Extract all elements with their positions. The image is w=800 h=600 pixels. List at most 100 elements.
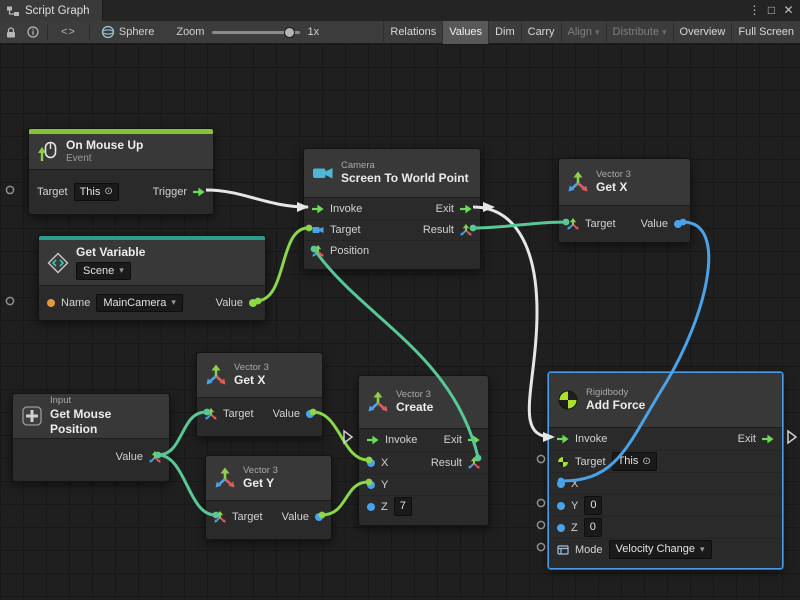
distribute-button[interactable]: Distribute▾ xyxy=(606,21,673,44)
node-header[interactable]: Vector 3 Create xyxy=(359,376,488,428)
info-icon[interactable] xyxy=(22,21,44,44)
node-header[interactable]: Vector 3 Get X xyxy=(197,353,322,397)
window-tab-bar: Script Graph ⋮ □ ✕ xyxy=(0,0,800,21)
port-label-target: Target xyxy=(585,218,616,230)
port-label-z: Z xyxy=(381,501,388,513)
float-port[interactable] xyxy=(367,481,375,489)
flow-out-port[interactable] xyxy=(468,435,480,445)
node-header[interactable]: Camera Screen To World Point xyxy=(304,149,480,197)
camera-port-icon[interactable] xyxy=(312,224,324,236)
zoom-slider-handle[interactable] xyxy=(284,27,295,38)
port-label-value: Value xyxy=(282,511,309,523)
node-title: Add Force xyxy=(586,398,645,413)
values-button[interactable]: Values xyxy=(442,21,488,44)
selection-object[interactable]: Sphere xyxy=(93,25,162,39)
node-header[interactable]: Vector 3 Get Y xyxy=(206,456,331,500)
vector3-port-icon[interactable] xyxy=(567,218,579,230)
float-port[interactable] xyxy=(367,459,375,467)
node-title: Get Variable xyxy=(76,245,145,260)
node-on-mouse-up[interactable]: On Mouse Up Event Target This ⊙ Trigger xyxy=(28,128,214,215)
node-header[interactable]: Input Get Mouse Position xyxy=(13,394,169,438)
node-header[interactable]: On Mouse Up Event xyxy=(29,134,213,169)
float-port[interactable] xyxy=(557,524,565,532)
node-category: Input xyxy=(50,395,161,407)
align-button[interactable]: Align▾ xyxy=(561,21,606,44)
port-label-value: Value xyxy=(273,408,300,420)
more-menu-icon[interactable]: ⋮ xyxy=(747,0,762,21)
node-header[interactable]: Rigidbody Add Force xyxy=(549,373,782,427)
z-value-field[interactable]: 7 xyxy=(394,497,412,515)
full-screen-button[interactable]: Full Screen xyxy=(731,21,800,44)
chevron-down-icon: ▾ xyxy=(662,27,667,38)
maximize-icon[interactable]: □ xyxy=(764,0,779,21)
float-port[interactable] xyxy=(557,480,565,488)
vector3-port-icon[interactable] xyxy=(460,224,472,236)
force-mode-dropdown[interactable]: Velocity Change ▾ xyxy=(609,540,712,558)
node-title: On Mouse Up xyxy=(66,138,143,153)
node-category: Vector 3 xyxy=(243,465,278,477)
flow-in-port[interactable] xyxy=(557,434,569,444)
input-icon xyxy=(21,405,43,427)
vector3-port-icon[interactable] xyxy=(312,245,324,257)
node-get-variable[interactable]: Get Variable Scene ▾ Name MainCamera ▾ V… xyxy=(38,235,266,321)
node-get-mouse-position[interactable]: Input Get Mouse Position Value xyxy=(12,393,170,482)
vector3-icon xyxy=(205,364,227,386)
port-label-invoke: Invoke xyxy=(330,203,362,215)
node-title: Get Y xyxy=(243,476,278,491)
node-get-x-top[interactable]: Vector 3 Get X Target Value xyxy=(558,158,691,243)
flow-out-port[interactable] xyxy=(193,187,205,197)
vector3-port-icon[interactable] xyxy=(205,408,217,420)
float-port[interactable] xyxy=(306,410,314,418)
flow-out-port[interactable] xyxy=(460,204,472,214)
float-port[interactable] xyxy=(315,513,323,521)
camera-icon xyxy=(312,162,334,184)
tab-script-graph[interactable]: Script Graph xyxy=(0,0,103,21)
chevron-down-icon: ▾ xyxy=(119,265,124,277)
vector3-icon xyxy=(367,391,389,413)
object-picker-icon[interactable]: ⊙ xyxy=(642,455,650,468)
rigidbody-port-icon[interactable] xyxy=(557,456,569,468)
vector3-port-icon[interactable] xyxy=(468,457,480,469)
float-port[interactable] xyxy=(367,503,375,511)
variable-scope-dropdown[interactable]: Scene ▾ xyxy=(76,262,131,280)
object-port[interactable] xyxy=(249,299,257,307)
toolbar-separator xyxy=(89,25,90,40)
z-value-field[interactable]: 0 xyxy=(584,518,602,536)
flow-in-port[interactable] xyxy=(367,435,379,445)
zoom-slider[interactable] xyxy=(212,21,300,44)
node-get-y[interactable]: Vector 3 Get Y Target Value xyxy=(205,455,332,540)
y-value-field[interactable]: 0 xyxy=(584,496,602,514)
zoom-value: 1x xyxy=(307,26,319,38)
lock-icon[interactable] xyxy=(0,21,22,44)
overview-button[interactable]: Overview xyxy=(673,21,732,44)
node-add-force[interactable]: Rigidbody Add Force Invoke Exit Target T… xyxy=(548,372,783,569)
port-label-target: Target xyxy=(330,224,361,236)
node-screen-to-world-point[interactable]: Camera Screen To World Point Invoke Exit… xyxy=(303,148,481,270)
flow-in-port[interactable] xyxy=(312,204,324,214)
node-category: Vector 3 xyxy=(396,389,433,401)
float-port[interactable] xyxy=(674,220,682,228)
port-label-invoke: Invoke xyxy=(575,433,607,445)
relations-button[interactable]: Relations xyxy=(383,21,442,44)
float-port[interactable] xyxy=(557,502,565,510)
node-header[interactable]: Vector 3 Get X xyxy=(559,159,690,205)
code-view-icon[interactable]: <> xyxy=(51,26,86,38)
node-header[interactable]: Get Variable Scene ▾ xyxy=(39,240,265,285)
close-icon[interactable]: ✕ xyxy=(781,0,796,21)
vector3-port-icon[interactable] xyxy=(214,511,226,523)
target-object-field[interactable]: This ⊙ xyxy=(612,452,657,470)
flow-out-port[interactable] xyxy=(762,434,774,444)
object-picker-icon[interactable]: ⊙ xyxy=(104,185,112,198)
carry-button[interactable]: Carry xyxy=(521,21,561,44)
target-object-field[interactable]: This ⊙ xyxy=(74,183,119,201)
dim-button[interactable]: Dim xyxy=(488,21,521,44)
node-get-x-mid[interactable]: Vector 3 Get X Target Value xyxy=(196,352,323,437)
node-vector3-create[interactable]: Vector 3 Create Invoke Exit X Result Y Z… xyxy=(358,375,489,526)
vector3-port-icon[interactable] xyxy=(149,451,161,463)
variable-name-dropdown[interactable]: MainCamera ▾ xyxy=(96,294,183,312)
port-label-z: Z xyxy=(571,522,578,534)
vector3-icon xyxy=(214,467,236,489)
port-label-value: Value xyxy=(641,218,668,230)
string-port[interactable] xyxy=(47,299,55,307)
enum-port-icon[interactable] xyxy=(557,544,569,556)
